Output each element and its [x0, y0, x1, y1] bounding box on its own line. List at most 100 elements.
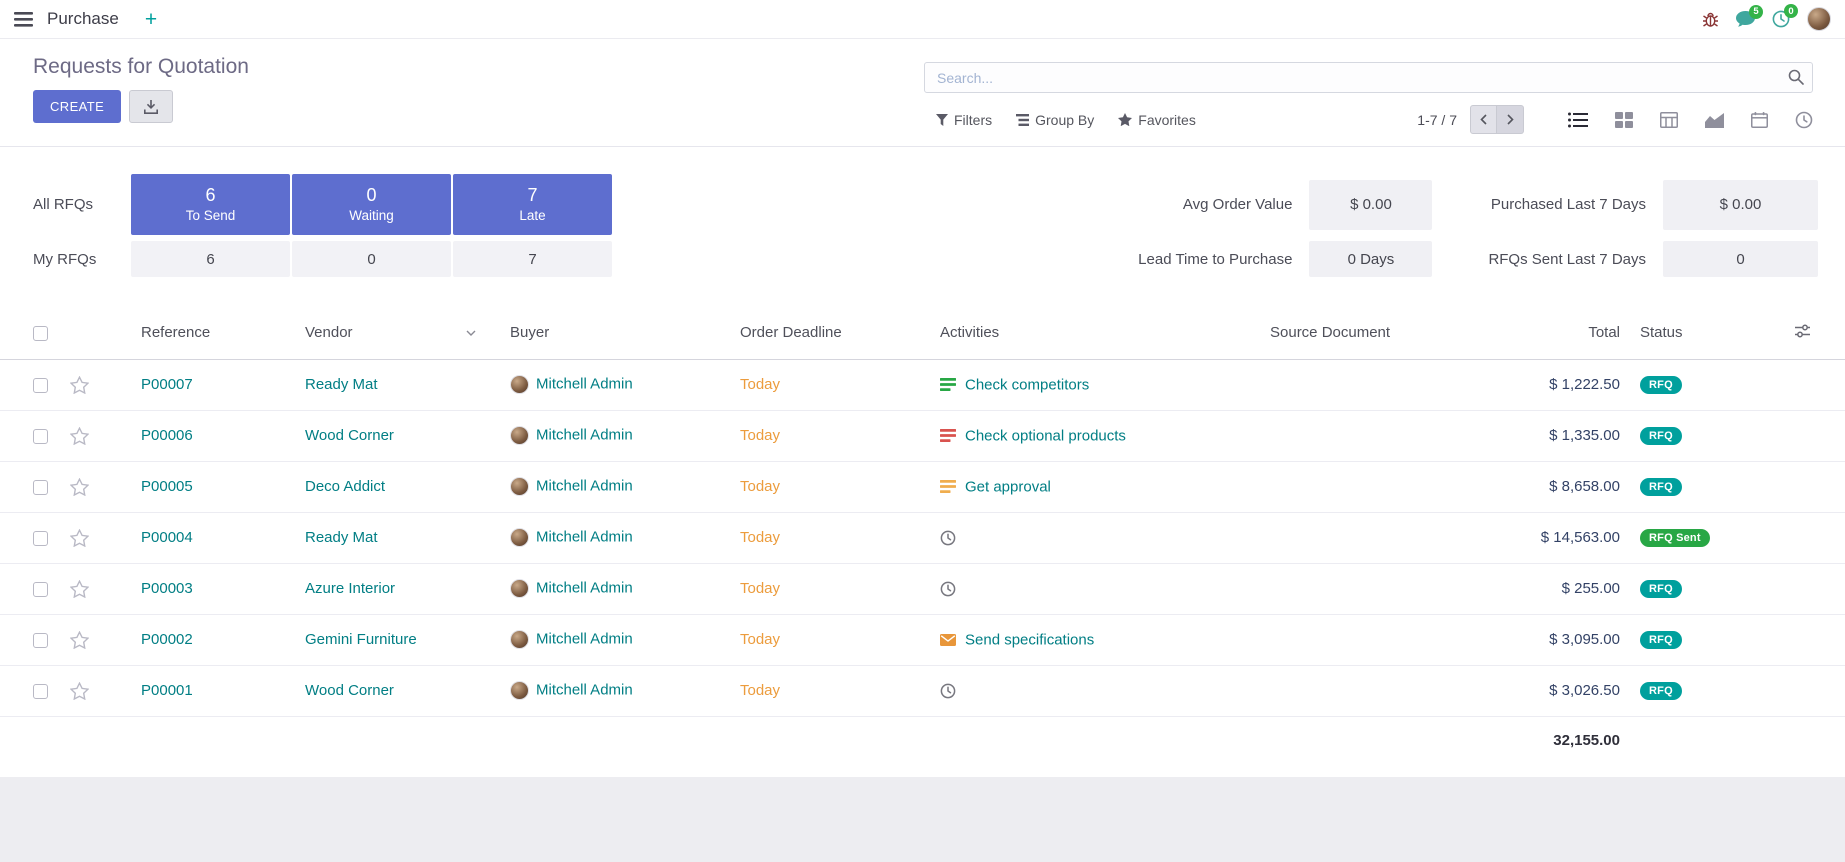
app-name[interactable]: Purchase — [47, 9, 119, 29]
my-waiting[interactable]: 0 — [292, 241, 451, 277]
column-header-source[interactable]: Source Document — [1260, 307, 1510, 359]
reference-link[interactable]: P00007 — [141, 376, 193, 393]
export-button[interactable] — [129, 90, 173, 123]
buyer-link[interactable]: Mitchell Admin — [536, 477, 633, 494]
row-checkbox[interactable] — [33, 429, 48, 444]
pivot-view-icon[interactable] — [1660, 112, 1678, 128]
reference-link[interactable]: P00006 — [141, 427, 193, 444]
reference-link[interactable]: P00001 — [141, 682, 193, 699]
search-input[interactable] — [924, 62, 1813, 93]
row-checkbox[interactable] — [33, 531, 48, 546]
vendor-link[interactable]: Deco Addict — [305, 478, 385, 495]
reference-link[interactable]: P00003 — [141, 580, 193, 597]
row-checkbox[interactable] — [33, 684, 48, 699]
group-by-button[interactable]: Group By — [1004, 106, 1106, 134]
activity-type-icon[interactable] — [940, 530, 956, 546]
reference-link[interactable]: P00005 — [141, 478, 193, 495]
buyer-link[interactable]: Mitchell Admin — [536, 579, 633, 596]
my-late[interactable]: 7 — [453, 241, 612, 277]
activity-type-icon[interactable] — [940, 429, 956, 442]
apps-menu-icon[interactable] — [14, 12, 33, 27]
calendar-view-icon[interactable] — [1751, 112, 1768, 128]
new-tab-button[interactable]: + — [145, 9, 157, 30]
column-header-activities[interactable]: Activities — [930, 307, 1260, 359]
activity-type-icon[interactable] — [940, 581, 956, 597]
column-header-vendor[interactable]: Vendor — [295, 307, 500, 359]
table-row[interactable]: P00003 Azure Interior Mitchell Admin Tod… — [0, 563, 1845, 614]
activity-type-icon[interactable] — [940, 378, 956, 391]
kpi-to-send[interactable]: 6 To Send — [131, 174, 290, 235]
table-row[interactable]: P00006 Wood Corner Mitchell Admin Today … — [0, 410, 1845, 461]
messages-icon[interactable]: 5 — [1736, 11, 1755, 28]
row-checkbox[interactable] — [33, 378, 48, 393]
vendor-link[interactable]: Wood Corner — [305, 427, 394, 444]
debug-bug-icon[interactable] — [1702, 11, 1719, 28]
table-row[interactable]: P00002 Gemini Furniture Mitchell Admin T… — [0, 614, 1845, 665]
stat-label-rfqs-sent: RFQs Sent Last 7 Days — [1432, 251, 1646, 268]
star-icon[interactable] — [70, 376, 89, 394]
reference-link[interactable]: P00002 — [141, 631, 193, 648]
kpi-late[interactable]: 7 Late — [453, 174, 612, 235]
star-icon[interactable] — [70, 427, 89, 445]
row-checkbox[interactable] — [33, 633, 48, 648]
star-icon[interactable] — [70, 682, 89, 700]
buyer-link[interactable]: Mitchell Admin — [536, 375, 633, 392]
buyer-link[interactable]: Mitchell Admin — [536, 681, 633, 698]
column-header-total[interactable]: Total — [1510, 307, 1630, 359]
buyer-link[interactable]: Mitchell Admin — [536, 426, 633, 443]
vendor-link[interactable]: Wood Corner — [305, 682, 394, 699]
all-rfqs-filter[interactable]: All RFQs — [33, 174, 129, 235]
column-header-status[interactable]: Status — [1630, 307, 1760, 359]
graph-view-icon[interactable] — [1705, 112, 1724, 128]
buyer-avatar — [510, 477, 529, 496]
vendor-link[interactable]: Ready Mat — [305, 529, 378, 546]
kpi-waiting[interactable]: 0 Waiting — [292, 174, 451, 235]
table-row[interactable]: P00001 Wood Corner Mitchell Admin Today … — [0, 665, 1845, 716]
search-icon[interactable] — [1788, 69, 1804, 85]
chevron-left-icon — [1480, 114, 1487, 125]
activity-type-icon[interactable] — [940, 634, 956, 646]
row-checkbox[interactable] — [33, 480, 48, 495]
kanban-view-icon[interactable] — [1615, 112, 1633, 128]
order-deadline: Today — [740, 682, 780, 699]
list-view-icon[interactable] — [1568, 112, 1588, 128]
my-rfqs-filter[interactable]: My RFQs — [33, 241, 129, 277]
pager-previous-button[interactable] — [1470, 105, 1497, 134]
pager-next-button[interactable] — [1497, 105, 1524, 134]
my-to-send[interactable]: 6 — [131, 241, 290, 277]
rfq-list-table: Reference Vendor Buyer Order Deadline Ac… — [0, 307, 1845, 764]
optional-columns-icon[interactable] — [1795, 325, 1810, 342]
column-header-buyer[interactable]: Buyer — [500, 307, 730, 359]
buyer-link[interactable]: Mitchell Admin — [536, 528, 633, 545]
create-button[interactable]: CREATE — [33, 90, 121, 123]
activity-type-icon[interactable] — [940, 683, 956, 699]
buyer-link[interactable]: Mitchell Admin — [536, 630, 633, 647]
favorites-button[interactable]: Favorites — [1106, 106, 1208, 134]
group-by-icon — [1016, 114, 1029, 126]
column-header-reference[interactable]: Reference — [105, 307, 295, 359]
activity-label[interactable]: Send specifications — [965, 631, 1094, 648]
select-all-checkbox[interactable] — [33, 326, 48, 341]
activity-label[interactable]: Get approval — [965, 478, 1051, 495]
activity-label[interactable]: Check competitors — [965, 376, 1089, 393]
activity-label[interactable]: Check optional products — [965, 427, 1126, 444]
column-header-deadline[interactable]: Order Deadline — [730, 307, 930, 359]
user-avatar[interactable] — [1807, 7, 1831, 31]
table-row[interactable]: P00004 Ready Mat Mitchell Admin Today $ … — [0, 512, 1845, 563]
activity-view-icon[interactable] — [1795, 111, 1813, 129]
star-icon[interactable] — [70, 529, 89, 547]
activity-type-icon[interactable] — [940, 480, 956, 493]
filters-button[interactable]: Filters — [924, 106, 1004, 134]
table-row[interactable]: P00007 Ready Mat Mitchell Admin Today Ch… — [0, 359, 1845, 410]
star-icon[interactable] — [70, 580, 89, 598]
vendor-link[interactable]: Ready Mat — [305, 376, 378, 393]
activities-clock-icon[interactable]: 0 — [1772, 10, 1790, 28]
row-checkbox[interactable] — [33, 582, 48, 597]
reference-link[interactable]: P00004 — [141, 529, 193, 546]
vendor-link[interactable]: Azure Interior — [305, 580, 395, 597]
table-row[interactable]: P00005 Deco Addict Mitchell Admin Today … — [0, 461, 1845, 512]
total-amount: $ 8,658.00 — [1549, 478, 1620, 495]
star-icon[interactable] — [70, 631, 89, 649]
star-icon[interactable] — [70, 478, 89, 496]
vendor-link[interactable]: Gemini Furniture — [305, 631, 417, 648]
